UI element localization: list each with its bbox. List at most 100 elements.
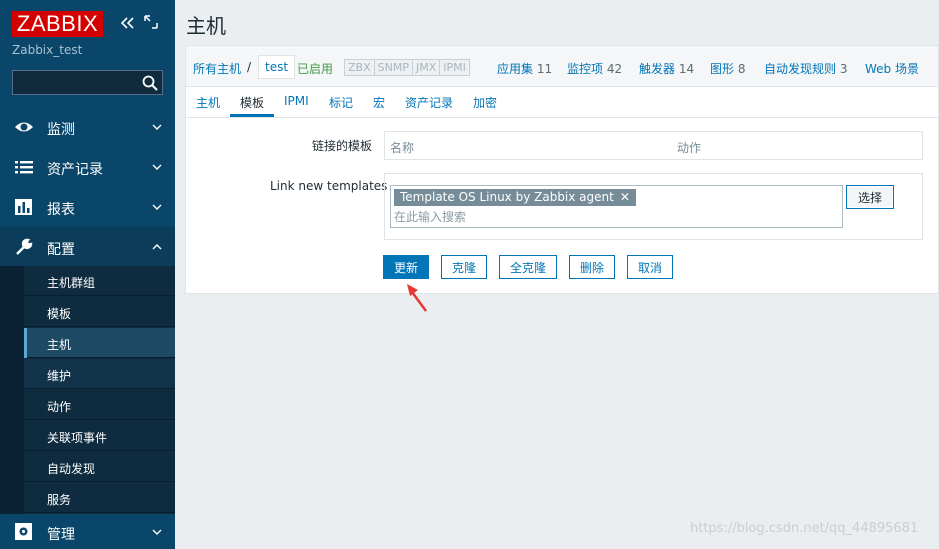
menu-label: 资产记录 bbox=[47, 162, 103, 178]
chevron-down-icon bbox=[152, 204, 162, 210]
submenu-event-correlation[interactable]: 关联项事件 bbox=[24, 421, 175, 451]
link-count: 42 bbox=[606, 62, 623, 76]
linked-templates-table: 名称 动作 bbox=[384, 131, 923, 160]
submenu-hosts[interactable]: 主机 bbox=[24, 328, 175, 358]
collapse-sidebar-icon[interactable] bbox=[119, 15, 135, 31]
sidebar: ZABBIX Zabbix_test 监测 资产记录 报表 配置 主机群组 模板… bbox=[0, 0, 175, 549]
column-action: 动作 bbox=[677, 141, 702, 155]
tab-macros[interactable]: 宏 bbox=[373, 94, 385, 111]
kiosk-mode-icon[interactable] bbox=[144, 15, 158, 29]
cancel-button[interactable]: 取消 bbox=[627, 255, 674, 279]
submenu-label: 关联项事件 bbox=[47, 431, 108, 445]
submenu-actions[interactable]: 动作 bbox=[24, 390, 175, 420]
link-label: 自动发现规则 bbox=[764, 62, 837, 76]
select-button[interactable]: 选择 bbox=[846, 185, 894, 209]
menu-inventory[interactable]: 资产记录 bbox=[0, 147, 175, 187]
link-web-scenarios[interactable]: Web 场景 bbox=[865, 60, 919, 77]
submenu-discovery[interactable]: 自动发现 bbox=[24, 452, 175, 482]
red-arrow-annotation-icon bbox=[407, 284, 428, 312]
list-icon bbox=[15, 161, 33, 174]
breadcrumb-all-hosts[interactable]: 所有主机 bbox=[193, 60, 241, 77]
zabbix-logo[interactable]: ZABBIX bbox=[12, 11, 103, 37]
remove-tag-icon[interactable]: ✕ bbox=[620, 190, 630, 204]
sidebar-search-input[interactable] bbox=[12, 70, 163, 95]
template-multiselect[interactable]: Template OS Linux by Zabbix agent ✕ bbox=[390, 185, 843, 228]
wrench-icon bbox=[16, 238, 33, 255]
link-count: 14 bbox=[678, 62, 695, 76]
link-count: 11 bbox=[536, 62, 553, 76]
main-content: 主机 所有主机 / test 已启用 ZBX SNMP JMX IPMI 应用集… bbox=[175, 0, 939, 549]
tab-bar: 主机 模板 IPMI 标记 宏 资产记录 加密 bbox=[186, 87, 938, 118]
link-new-templates-label: Link new templates bbox=[270, 179, 388, 193]
page-title: 主机 bbox=[186, 14, 226, 38]
submenu-host-groups[interactable]: 主机群组 bbox=[24, 266, 175, 296]
tab-inventory[interactable]: 资产记录 bbox=[405, 94, 453, 111]
submenu-services[interactable]: 服务 bbox=[24, 483, 175, 513]
availability-jmx: JMX bbox=[413, 60, 441, 75]
update-button[interactable]: 更新 bbox=[383, 255, 430, 279]
link-discovery-rules[interactable]: 自动发现规则 3 bbox=[764, 60, 847, 77]
link-count: 8 bbox=[737, 62, 746, 76]
link-label: 监控项 bbox=[567, 62, 604, 76]
menu-configuration[interactable]: 配置 bbox=[0, 227, 175, 267]
gear-icon bbox=[15, 523, 32, 540]
delete-button[interactable]: 删除 bbox=[569, 255, 616, 279]
breadcrumb: 所有主机 / test 已启用 ZBX SNMP JMX IPMI 应用集 11… bbox=[185, 45, 939, 86]
logo-row: ZABBIX bbox=[12, 11, 167, 37]
availability-ipmi: IPMI bbox=[443, 61, 466, 74]
menu-monitoring[interactable]: 监测 bbox=[0, 107, 175, 147]
full-clone-button[interactable]: 全克隆 bbox=[499, 255, 558, 279]
tab-templates[interactable]: 模板 bbox=[240, 94, 264, 111]
tab-host[interactable]: 主机 bbox=[196, 94, 220, 111]
submenu-label: 动作 bbox=[47, 400, 72, 414]
column-name: 名称 bbox=[390, 141, 415, 155]
host-status-enabled[interactable]: 已启用 bbox=[297, 60, 333, 77]
breadcrumb-current-host[interactable]: test bbox=[258, 55, 296, 79]
link-label: 应用集 bbox=[497, 62, 534, 76]
host-form-panel: 主机 模板 IPMI 标记 宏 资产记录 加密 链接的模板 名称 动作 Link… bbox=[185, 86, 939, 294]
linked-templates-label: 链接的模板 bbox=[312, 139, 373, 153]
link-label: 触发器 bbox=[639, 62, 676, 76]
availability-indicators: ZBX SNMP JMX IPMI bbox=[344, 59, 470, 76]
watermark: https://blog.csdn.net/qq_44895681 bbox=[690, 521, 919, 536]
chevron-down-icon bbox=[152, 164, 162, 170]
active-tab-indicator bbox=[230, 114, 274, 117]
menu-label: 报表 bbox=[47, 202, 75, 218]
breadcrumb-separator: / bbox=[247, 60, 252, 74]
chevron-down-icon bbox=[152, 529, 162, 535]
eye-icon bbox=[15, 122, 33, 132]
menu-label: 配置 bbox=[47, 242, 75, 258]
template-search-input[interactable] bbox=[394, 208, 834, 225]
menu-administration[interactable]: 管理 bbox=[0, 514, 175, 549]
link-applications[interactable]: 应用集 11 bbox=[497, 60, 552, 77]
submenu-label: 主机群组 bbox=[47, 276, 96, 290]
submenu-label: 主机 bbox=[47, 338, 72, 352]
submenu-maintenance[interactable]: 维护 bbox=[24, 359, 175, 389]
submenu-label: 模板 bbox=[47, 307, 72, 321]
search-icon[interactable] bbox=[141, 74, 159, 92]
menu-label: 监测 bbox=[47, 122, 75, 138]
submenu-label: 维护 bbox=[47, 369, 72, 383]
link-new-templates-box: Template OS Linux by Zabbix agent ✕ 选择 bbox=[384, 173, 923, 240]
link-items[interactable]: 监控项 42 bbox=[567, 60, 622, 77]
menu-label: 管理 bbox=[47, 527, 75, 543]
link-label: Web 场景 bbox=[865, 62, 919, 76]
tab-ipmi[interactable]: IPMI bbox=[284, 94, 309, 108]
configuration-submenu: 主机群组 模板 主机 维护 动作 关联项事件 自动发现 服务 bbox=[24, 266, 175, 514]
server-name: Zabbix_test bbox=[12, 43, 83, 57]
chevron-up-icon bbox=[152, 244, 162, 250]
availability-snmp: SNMP bbox=[375, 60, 413, 75]
tab-tags[interactable]: 标记 bbox=[329, 94, 353, 111]
submenu-templates[interactable]: 模板 bbox=[24, 297, 175, 327]
link-graphs[interactable]: 图形 8 bbox=[710, 60, 745, 77]
link-label: 图形 bbox=[710, 62, 735, 76]
link-triggers[interactable]: 触发器 14 bbox=[639, 60, 694, 77]
bar-chart-icon bbox=[15, 199, 32, 215]
submenu-indent bbox=[0, 266, 24, 514]
submenu-label: 服务 bbox=[47, 493, 72, 507]
submenu-label: 自动发现 bbox=[47, 462, 96, 476]
menu-reports[interactable]: 报表 bbox=[0, 187, 175, 227]
clone-button[interactable]: 克隆 bbox=[441, 255, 488, 279]
tab-encryption[interactable]: 加密 bbox=[473, 94, 497, 111]
tag-label: Template OS Linux by Zabbix agent bbox=[400, 190, 614, 204]
